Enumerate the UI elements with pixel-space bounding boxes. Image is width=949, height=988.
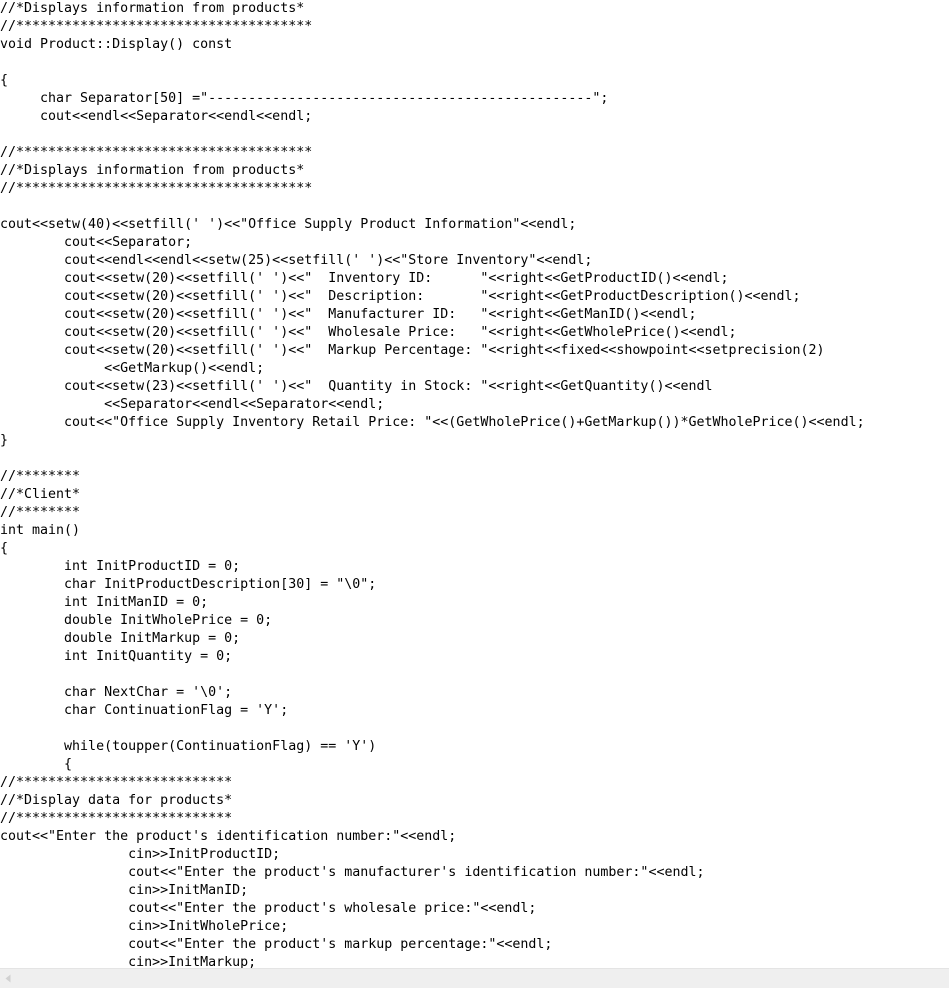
- code-line: }: [0, 433, 9, 448]
- code-line: cout<<setw(20)<<setfill(' ')<<" Manufact…: [0, 307, 697, 322]
- code-line: while(toupper(ContinuationFlag) == 'Y'): [0, 739, 377, 754]
- code-line: //***************************: [0, 811, 233, 826]
- code-line: //*Displays information from products*: [0, 1, 305, 16]
- code-line: cout<<"Enter the product's markup percen…: [0, 937, 553, 952]
- code-line: cin>>InitProductID;: [0, 847, 281, 862]
- code-text-area[interactable]: //*Displays information from products* //…: [0, 0, 949, 968]
- code-line: <<Separator<<endl<<Separator<<endl;: [0, 397, 385, 412]
- code-line: int main(): [0, 523, 81, 538]
- code-listing-page: //*Displays information from products* //…: [0, 0, 949, 988]
- code-line: cout<<"Enter the product's wholesale pri…: [0, 901, 537, 916]
- code-line: cin>>InitWholePrice;: [0, 919, 289, 934]
- code-line: double InitMarkup = 0;: [0, 631, 241, 646]
- code-line: cout<<"Office Supply Inventory Retail Pr…: [0, 415, 865, 430]
- code-line: {: [0, 541, 9, 556]
- code-line: cout<<"Enter the product's identificatio…: [0, 829, 457, 844]
- code-line: cout<<endl<<Separator<<endl<<endl;: [0, 109, 313, 124]
- code-line: char ContinuationFlag = 'Y';: [0, 703, 289, 718]
- code-line: char InitProductDescription[30] = "\0";: [0, 577, 377, 592]
- scrollbar-track[interactable]: [17, 970, 932, 988]
- code-line: cin>>InitMarkup;: [0, 955, 257, 968]
- code-line: int InitManID = 0;: [0, 595, 209, 610]
- scroll-left-arrow-icon[interactable]: [3, 973, 14, 984]
- code-line: char NextChar = '\0';: [0, 685, 233, 700]
- code-line: //*************************************: [0, 181, 313, 196]
- code-line: char Separator[50] ="-------------------…: [0, 91, 609, 106]
- code-line: //*Display data for products*: [0, 793, 233, 808]
- code-line: cout<<setw(40)<<setfill(' ')<<"Office Su…: [0, 217, 577, 232]
- code-line: //*Client*: [0, 487, 81, 502]
- code-line: cout<<setw(20)<<setfill(' ')<<" Markup P…: [0, 343, 825, 358]
- code-line: cout<<setw(23)<<setfill(' ')<<" Quantity…: [0, 379, 713, 394]
- code-line: cin>>InitManID;: [0, 883, 249, 898]
- code-line: //***************************: [0, 775, 233, 790]
- code-line: //********: [0, 469, 81, 484]
- code-line: cout<<Separator;: [0, 235, 193, 250]
- code-line: cout<<endl<<endl<<setw(25)<<setfill(' ')…: [0, 253, 593, 268]
- code-line: //*Displays information from products*: [0, 163, 305, 178]
- code-line: cout<<setw(20)<<setfill(' ')<<" Wholesal…: [0, 325, 737, 340]
- code-line: cout<<setw(20)<<setfill(' ')<<" Descript…: [0, 289, 801, 304]
- code-line: cout<<"Enter the product's manufacturer'…: [0, 865, 705, 880]
- code-line: <<GetMarkup()<<endl;: [0, 361, 265, 376]
- code-line: int InitProductID = 0;: [0, 559, 241, 574]
- code-line: {: [0, 73, 9, 88]
- code-line: cout<<setw(20)<<setfill(' ')<<" Inventor…: [0, 271, 729, 286]
- code-line: void Product::Display() const: [0, 37, 233, 52]
- code-line: int InitQuantity = 0;: [0, 649, 233, 664]
- horizontal-scrollbar[interactable]: [0, 968, 949, 988]
- code-line: //*************************************: [0, 19, 313, 34]
- source-code-block: //*Displays information from products* //…: [0, 0, 949, 968]
- code-line: //********: [0, 505, 81, 520]
- code-line: double InitWholePrice = 0;: [0, 613, 273, 628]
- code-line: {: [0, 757, 73, 772]
- code-line: //*************************************: [0, 145, 313, 160]
